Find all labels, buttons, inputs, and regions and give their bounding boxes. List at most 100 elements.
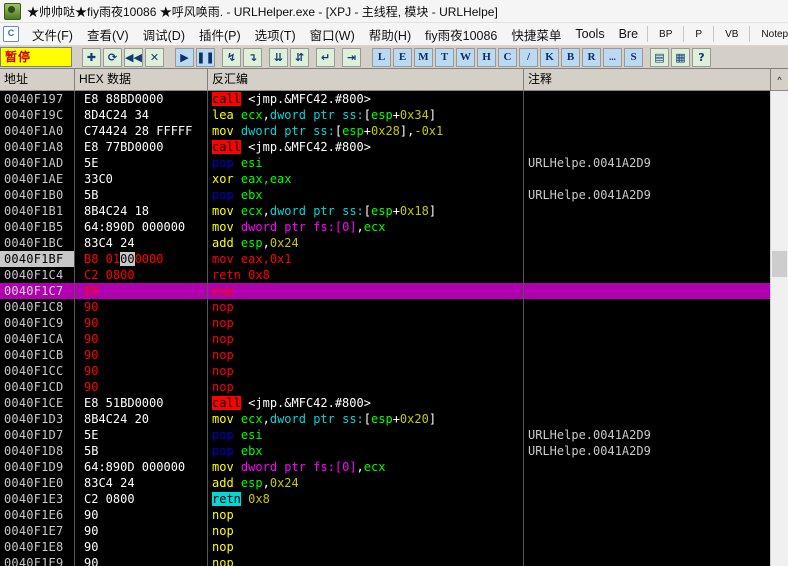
disassembly-row[interactable]: 0040F1B1 8B4C24 18 mov ecx,dword ptr ss:[e… [0, 203, 770, 219]
row-hex-data[interactable]: 90 [75, 363, 208, 379]
row-address[interactable]: 0040F19C [0, 107, 75, 123]
row-disassembly[interactable]: mov dword ptr fs:[0],ecx [208, 219, 524, 235]
row-hex-data[interactable]: 8B4C24 20 [75, 411, 208, 427]
row-disassembly[interactable]: xor eax,eax [208, 171, 524, 187]
disassembly-row[interactable]: 0040F1C8 90 nop [0, 299, 770, 315]
menu-item-9[interactable]: Tools [568, 25, 611, 43]
row-address[interactable]: 0040F1A8 [0, 139, 75, 155]
row-comment[interactable] [524, 363, 770, 379]
row-disassembly[interactable]: add esp,0x24 [208, 235, 524, 251]
row-comment[interactable] [524, 139, 770, 155]
column-header-address[interactable]: 地址 [0, 69, 75, 90]
row-comment[interactable] [524, 523, 770, 539]
step-over-icon[interactable]: ↴ [243, 47, 262, 67]
row-address[interactable]: 0040F1E0 [0, 475, 75, 491]
row-hex-data[interactable]: 5B [75, 443, 208, 459]
row-address[interactable]: 0040F1C4 [0, 267, 75, 283]
toolbar-letter-s-button[interactable]: S [624, 47, 643, 67]
disassembly-row[interactable]: 0040F1CB 90 nop [0, 347, 770, 363]
row-comment[interactable]: URLHelpe.0041A2D9 [524, 427, 770, 443]
toolbar-letter-b-button[interactable]: B [561, 47, 580, 67]
row-address[interactable]: 0040F1A0 [0, 123, 75, 139]
disassembly-row[interactable]: 0040F1E7 90 nop [0, 523, 770, 539]
row-hex-data[interactable]: 64:890D 000000 [75, 459, 208, 475]
row-comment[interactable]: URLHelpe.0041A2D9 [524, 187, 770, 203]
vertical-scrollbar-thumb[interactable] [772, 251, 787, 277]
menu-item-4[interactable]: 选项(T) [248, 23, 303, 46]
toolbar-letter-l-button[interactable]: L [372, 47, 391, 67]
disassembly-row[interactable]: 0040F1CA 90 nop [0, 331, 770, 347]
menu-button-p[interactable]: P [686, 27, 711, 42]
row-hex-data[interactable]: 90 [75, 315, 208, 331]
menu-item-1[interactable]: 查看(V) [80, 23, 136, 46]
row-disassembly[interactable]: nop [208, 299, 524, 315]
row-address[interactable]: 0040F1CB [0, 347, 75, 363]
row-hex-data[interactable]: 90 [75, 539, 208, 555]
row-hex-data[interactable]: 90 [75, 523, 208, 539]
row-comment[interactable] [524, 475, 770, 491]
row-comment[interactable] [524, 507, 770, 523]
appearance-icon[interactable]: ▦ [671, 47, 690, 67]
row-hex-data[interactable]: 83C4 24 [75, 235, 208, 251]
row-address[interactable]: 0040F1E3 [0, 491, 75, 507]
row-address[interactable]: 0040F1D7 [0, 427, 75, 443]
row-address[interactable]: 0040F1B5 [0, 219, 75, 235]
row-comment[interactable] [524, 331, 770, 347]
disassembly-row[interactable]: 0040F197 E8 88BD0000 call <jmp.&MFC42.#800… [0, 91, 770, 107]
row-hex-data[interactable]: 33C0 [75, 171, 208, 187]
row-comment[interactable] [524, 395, 770, 411]
disassembly-row[interactable]: 0040F1B5 64:890D 000000 mov dword ptr fs:[… [0, 219, 770, 235]
row-address[interactable]: 0040F1C7 [0, 283, 75, 299]
row-comment[interactable] [524, 347, 770, 363]
disassembly-row[interactable]: 0040F1AE 33C0 xor eax,eax [0, 171, 770, 187]
menu-button-notepad[interactable]: Notepad [752, 27, 788, 42]
row-disassembly[interactable]: call <jmp.&MFC42.#800> [208, 139, 524, 155]
row-comment[interactable]: URLHelpe.0041A2D9 [524, 443, 770, 459]
row-comment[interactable] [524, 91, 770, 107]
toolbar-letter-e-button[interactable]: E [393, 47, 412, 67]
row-comment[interactable] [524, 219, 770, 235]
rewind-icon[interactable]: ◀◀ [124, 47, 143, 67]
toolbar-letter-w-button[interactable]: W [456, 47, 475, 67]
disassembly-row[interactable]: 0040F1BF B8 01000000 mov eax,0x1 [0, 251, 770, 267]
row-hex-data[interactable]: 5E [75, 427, 208, 443]
toolbar-letter-k-button[interactable]: K [540, 47, 559, 67]
disassembly-row[interactable]: 0040F1E8 90 nop [0, 539, 770, 555]
row-address[interactable]: 0040F1E9 [0, 555, 75, 566]
row-hex-data[interactable]: 90 [75, 347, 208, 363]
disassembly-row[interactable]: 0040F1D8 5B pop ebx URLHelpe.0041A2D9 [0, 443, 770, 459]
row-hex-data[interactable]: E8 51BD0000 [75, 395, 208, 411]
options-list-icon[interactable]: ▤ [650, 47, 669, 67]
row-hex-data[interactable]: 90 [75, 299, 208, 315]
toolbar-letter-t-button[interactable]: T [435, 47, 454, 67]
open-module-icon[interactable]: ✚ [82, 47, 101, 67]
row-address[interactable]: 0040F1D3 [0, 411, 75, 427]
row-hex-data[interactable]: 5B [75, 187, 208, 203]
row-hex-data[interactable]: 90 [75, 331, 208, 347]
row-disassembly[interactable]: pop ebx [208, 443, 524, 459]
run-to-selection-icon[interactable]: ⇥ [342, 47, 361, 67]
row-address[interactable]: 0040F197 [0, 91, 75, 107]
row-disassembly[interactable]: pop esi [208, 427, 524, 443]
row-disassembly[interactable]: add esp,0x24 [208, 475, 524, 491]
row-comment[interactable] [524, 379, 770, 395]
menu-item-3[interactable]: 插件(P) [192, 23, 248, 46]
scroll-up-arrow-icon[interactable]: ^ [770, 69, 788, 90]
row-disassembly[interactable]: call <jmp.&MFC42.#800> [208, 395, 524, 411]
row-disassembly[interactable]: nop [208, 539, 524, 555]
menu-item-0[interactable]: 文件(F) [25, 23, 80, 46]
toolbar-letter-xxx-button[interactable]: ... [603, 47, 622, 67]
row-address[interactable]: 0040F1E7 [0, 523, 75, 539]
row-comment[interactable] [524, 171, 770, 187]
vertical-scrollbar[interactable] [770, 91, 788, 566]
toolbar-letter-r-button[interactable]: R [582, 47, 601, 67]
disassembly-row[interactable]: 0040F1E3 C2 0800 retn 0x8 [0, 491, 770, 507]
column-header-hex[interactable]: HEX 数据 [75, 69, 208, 90]
row-disassembly[interactable]: pop ebx [208, 187, 524, 203]
menu-button-vb[interactable]: VB [716, 27, 747, 42]
menu-item-10[interactable]: Bre [612, 25, 645, 43]
row-disassembly[interactable]: nop [208, 363, 524, 379]
disassembly-row[interactable]: 0040F1AD 5E pop esi URLHelpe.0041A2D9 [0, 155, 770, 171]
row-comment[interactable] [524, 107, 770, 123]
row-comment[interactable] [524, 203, 770, 219]
